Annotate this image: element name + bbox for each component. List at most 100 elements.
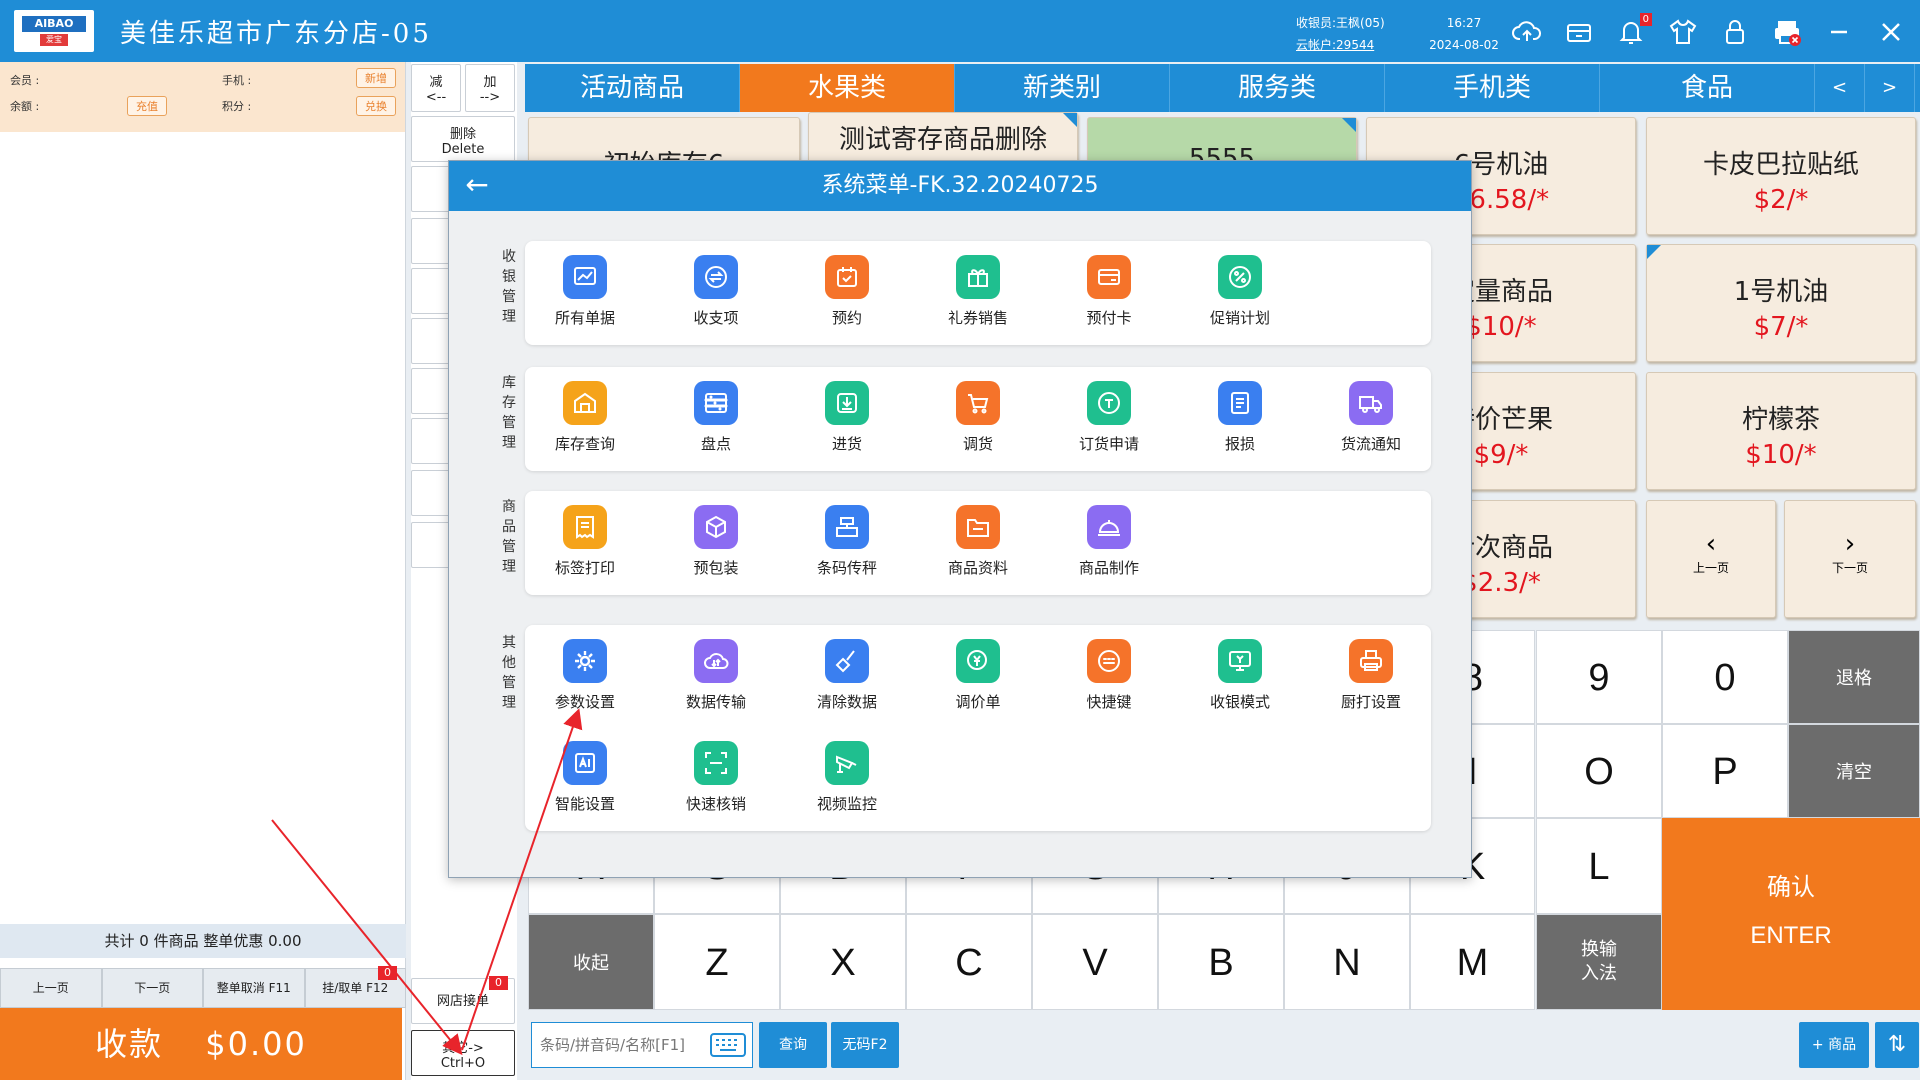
menu-item-video-surveillance[interactable]: 视频监控: [787, 741, 907, 814]
product-name: 测试寄存商品删除: [838, 125, 1047, 155]
menu-item-shortcut-keys[interactable]: 快捷键: [1049, 639, 1169, 712]
printer-icon[interactable]: [1770, 15, 1804, 49]
menu-item-order-request[interactable]: 订货申请: [1049, 381, 1169, 454]
menu-item-cashier-mode[interactable]: 收银模式: [1180, 639, 1300, 712]
tab-next-arrow[interactable]: >: [1865, 64, 1915, 112]
tab-services[interactable]: 服务类: [1170, 64, 1385, 112]
section-label-cashier: 收银管理: [502, 249, 516, 325]
tab-phones[interactable]: 手机类: [1385, 64, 1600, 112]
key-c[interactable]: C: [906, 914, 1032, 1010]
no-barcode-button[interactable]: 无码F2: [831, 1022, 899, 1068]
menu-item-all-receipts[interactable]: 所有单据: [525, 255, 645, 328]
delete-button[interactable]: 删除 Delete: [411, 116, 515, 162]
backspace-key[interactable]: 退格: [1788, 630, 1920, 724]
menu-item-reservation[interactable]: 预约: [787, 255, 907, 328]
printer-icon: [1349, 639, 1393, 683]
bell-icon[interactable]: 0: [1614, 13, 1652, 49]
minimize-icon[interactable]: [1822, 15, 1856, 49]
order-panel: 会员 : 手机 : 余额 : 积分 : 充值 新增 兑换 共计 0 件商品 整单…: [0, 62, 406, 1080]
tab-fruit[interactable]: 水果类: [740, 64, 955, 112]
key-o[interactable]: O: [1536, 724, 1662, 818]
menu-item-stocktake[interactable]: 盘点: [656, 381, 776, 454]
product-next-page-button[interactable]: › 下一页: [1784, 500, 1916, 618]
product-card[interactable]: 柠檬茶 $10/*: [1646, 372, 1916, 490]
menu-item-product-info[interactable]: 商品资料: [918, 505, 1038, 578]
tab-new-category[interactable]: 新类别: [955, 64, 1170, 112]
section-other-management: 参数设置 数据传输 清除数据 调价单 快捷键 收银模式 厨打设置 智能设置 快速…: [525, 625, 1431, 831]
key-b[interactable]: B: [1158, 914, 1284, 1010]
switch-ime-key[interactable]: 换输 入法: [1536, 914, 1662, 1010]
tab-activity-goods[interactable]: 活动商品: [525, 64, 740, 112]
menu-item-promotion-plan[interactable]: 促销计划: [1180, 255, 1300, 328]
menu-item-smart-settings[interactable]: 智能设置: [525, 741, 645, 814]
sort-arrows-icon[interactable]: ⇅: [1875, 1022, 1919, 1068]
close-icon[interactable]: [1874, 15, 1908, 49]
product-prev-page-button[interactable]: ‹ 上一页: [1646, 500, 1776, 618]
key-n[interactable]: N: [1284, 914, 1410, 1010]
collapse-keyboard-key[interactable]: 收起: [528, 914, 654, 1010]
key-0[interactable]: 0: [1662, 630, 1788, 724]
tab-food[interactable]: 食品: [1600, 64, 1815, 112]
cancel-order-button[interactable]: 整单取消 F11: [203, 968, 305, 1008]
menu-item-voucher-sales[interactable]: 礼券销售: [918, 255, 1038, 328]
notification-badge: 0: [1639, 13, 1652, 26]
menu-item-barcode-scale[interactable]: 条码传秤: [787, 505, 907, 578]
product-card[interactable]: 1号机油 $7/*: [1646, 244, 1916, 362]
product-card[interactable]: 卡皮巴拉贴纸 $2/*: [1646, 117, 1916, 235]
cloud-account-link[interactable]: 云帐户:29544: [1296, 34, 1385, 56]
clear-key[interactable]: 清空: [1788, 724, 1920, 818]
chevron-right-icon: ›: [1844, 529, 1856, 559]
cloud-upload-icon[interactable]: [1510, 15, 1544, 49]
confirm-enter-key[interactable]: 确认 ENTER: [1662, 818, 1920, 1010]
recharge-button[interactable]: 充值: [127, 96, 167, 116]
menu-item-data-transfer[interactable]: 数据传输: [656, 639, 776, 712]
query-button[interactable]: 查询: [759, 1022, 827, 1068]
menu-item-logistics-notice[interactable]: 货流通知: [1311, 381, 1431, 454]
menu-item-clear-data[interactable]: 清除数据: [787, 639, 907, 712]
menu-item-parameter-settings[interactable]: 参数设置: [525, 639, 645, 712]
back-arrow-icon[interactable]: ←: [457, 161, 497, 211]
key-9[interactable]: 9: [1536, 630, 1662, 724]
menu-item-prepackaging[interactable]: 预包装: [656, 505, 776, 578]
section-label-other: 其他管理: [502, 635, 516, 711]
menu-item-label-print[interactable]: 标签打印: [525, 505, 645, 578]
menu-item-damage-report[interactable]: 报损: [1180, 381, 1300, 454]
key-x[interactable]: X: [780, 914, 906, 1010]
menu-item-stock-query[interactable]: 库存查询: [525, 381, 645, 454]
product-price: $7/*: [1753, 312, 1809, 342]
chevron-left-icon: ‹: [1705, 529, 1717, 559]
add-member-button[interactable]: 新增: [356, 68, 396, 88]
increase-button[interactable]: 加 -->: [465, 64, 515, 112]
barcode-search-input[interactable]: 条码/拼音码/名称[F1]: [531, 1022, 753, 1068]
report-icon: [1218, 381, 1262, 425]
key-v[interactable]: V: [1032, 914, 1158, 1010]
menu-item-quick-verification[interactable]: 快速核销: [656, 741, 776, 814]
lock-icon[interactable]: [1718, 15, 1752, 49]
order-summary: 共计 0 件商品 整单优惠 0.00: [0, 924, 406, 958]
menu-item-income-expense[interactable]: 收支项: [656, 255, 776, 328]
pay-button[interactable]: 收款 $0.00: [0, 1008, 402, 1080]
menu-item-transfer[interactable]: 调货: [918, 381, 1038, 454]
key-z[interactable]: Z: [654, 914, 780, 1010]
order-prev-page-button[interactable]: 上一页: [0, 968, 102, 1008]
order-next-page-button[interactable]: 下一页: [101, 968, 203, 1008]
key-l[interactable]: L: [1536, 818, 1662, 914]
exchange-button[interactable]: 兑换: [356, 96, 396, 116]
menu-item-product-making[interactable]: 商品制作: [1049, 505, 1169, 578]
keyboard-icon[interactable]: [710, 1033, 746, 1057]
product-card[interactable]: 测试寄存商品删除: [808, 112, 1078, 166]
menu-item-kitchen-print[interactable]: 厨打设置: [1311, 639, 1431, 712]
shirt-icon[interactable]: [1666, 15, 1700, 49]
menu-item-price-adjustment[interactable]: 调价单: [918, 639, 1038, 712]
other-functions-button[interactable]: 其它-> Ctrl+O: [411, 1030, 515, 1076]
menu-item-prepaid-card[interactable]: 预付卡: [1049, 255, 1169, 328]
menu-item-purchase[interactable]: 进货: [787, 381, 907, 454]
product-price: $10/*: [1745, 440, 1817, 470]
add-product-button[interactable]: + 商品: [1799, 1022, 1869, 1068]
chart-icon: [563, 255, 607, 299]
tab-prev-arrow[interactable]: <: [1815, 64, 1865, 112]
key-m[interactable]: M: [1410, 914, 1535, 1010]
key-p[interactable]: P: [1662, 724, 1788, 818]
cash-drawer-icon[interactable]: [1562, 15, 1596, 49]
decrease-button[interactable]: 减 <--: [411, 64, 461, 112]
